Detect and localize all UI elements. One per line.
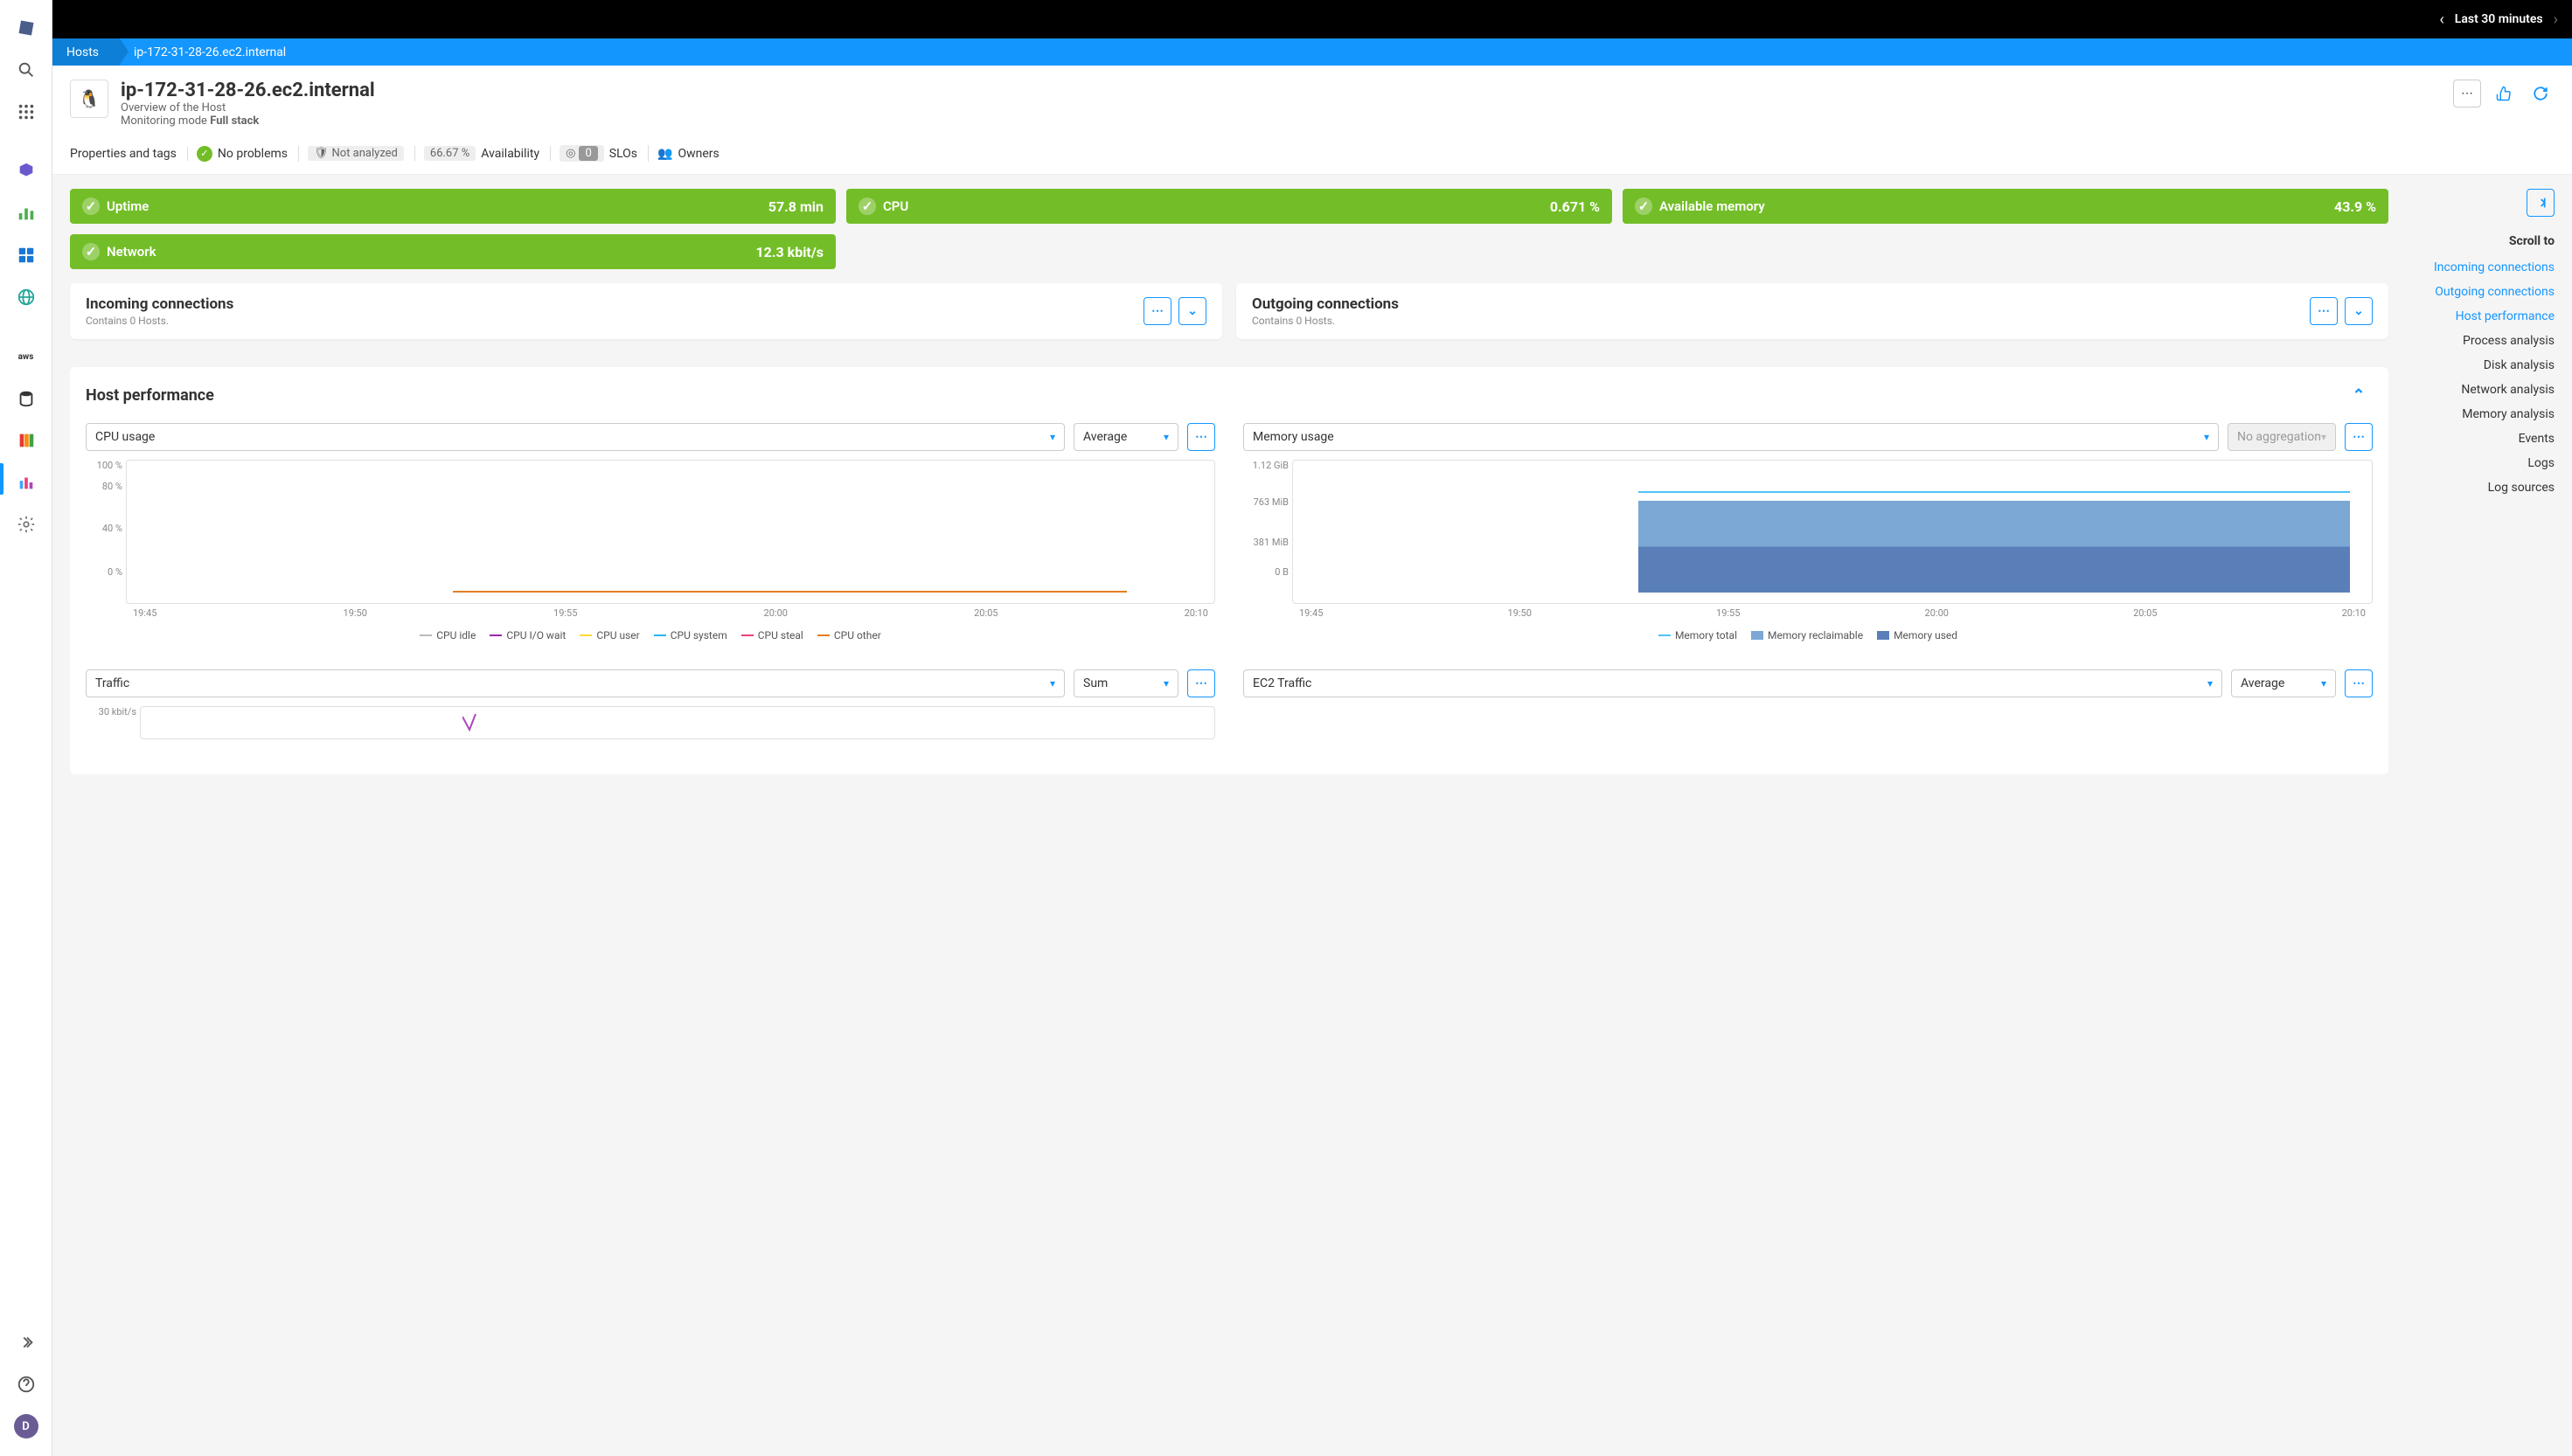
mem-legend: Memory total Memory reclaimable Memory u… [1243,622,2373,648]
scroll-nav-link[interactable]: Host performance [2406,304,2555,329]
time-prev-icon[interactable]: ‹ [2439,10,2443,29]
scroll-nav-link[interactable]: Memory analysis [2406,402,2555,426]
cpu-chart-block: CPU usage▾ Average▾ ⋯ 100 % 80 % 40 % [86,423,1215,648]
collapse-right-nav-button[interactable] [2527,189,2555,217]
traffic-metric-dropdown[interactable]: Traffic▾ [86,669,1065,697]
nav-bars-active-icon[interactable] [9,465,44,500]
nav-cube-icon[interactable] [9,154,44,189]
breadcrumb-current[interactable]: ip-172-31-28-26.ec2.internal [120,38,300,66]
scroll-nav-link[interactable]: Process analysis [2406,329,2555,353]
host-os-icon: 🐧 [70,80,108,118]
more-actions-button[interactable]: ⋯ [2453,80,2481,107]
stat-cpu[interactable]: ✓CPU 0.671 % [846,189,1612,224]
search-icon[interactable] [9,52,44,87]
scroll-nav-link[interactable]: Incoming connections [2406,255,2555,280]
cpu-legend: CPU idle CPU I/O wait CPU user CPU syste… [86,622,1215,648]
ec2-traffic-chart-block: EC2 Traffic▾ Average▾ ⋯ [1243,669,2373,739]
stat-network[interactable]: ✓Network 12.3 kbit/s [70,234,836,269]
scroll-to-heading: Scroll to [2406,234,2555,248]
topbar: ‹ Last 30 minutes › [52,0,2572,38]
mem-metric-dropdown[interactable]: Memory usage▾ [1243,423,2219,451]
page-title: ip-172-31-28-26.ec2.internal [121,80,375,101]
logo-icon[interactable] [9,10,44,45]
properties-tags-link[interactable]: Properties and tags [70,147,188,161]
breadcrumb-root[interactable]: Hosts [52,38,120,66]
nav-aws-icon[interactable]: aws [9,339,44,374]
outgoing-connections-card: Outgoing connections Contains 0 Hosts. ⋯… [1236,283,2388,339]
owners-link[interactable]: 👥 Owners [657,147,730,161]
outgoing-more-button[interactable]: ⋯ [2310,297,2338,325]
perf-title: Host performance [86,386,214,405]
help-icon[interactable] [9,1367,44,1402]
traffic-chart[interactable] [140,706,1215,739]
stat-memory[interactable]: ✓Available memory 43.9 % [1623,189,2388,224]
scroll-nav-link[interactable]: Network analysis [2406,378,2555,402]
perf-collapse-button[interactable]: ⌃ [2345,381,2373,409]
nav-squares-icon[interactable] [9,238,44,273]
expand-rail-icon[interactable] [9,1325,44,1360]
incoming-title: Incoming connections [86,295,233,313]
traffic-chart-block: Traffic▾ Sum▾ ⋯ 30 kbit/s [86,669,1215,739]
nav-book-icon[interactable] [9,423,44,458]
page-subtitle: Overview of the Host [121,101,375,114]
scroll-nav-link[interactable]: Log sources [2406,475,2555,500]
time-next-icon[interactable]: › [2554,10,2558,29]
scroll-nav-link[interactable]: Disk analysis [2406,353,2555,378]
breadcrumb: Hosts ip-172-31-28-26.ec2.internal [52,38,2572,66]
traffic-chart-more-button[interactable]: ⋯ [1187,669,1215,697]
problems-status[interactable]: ✓No problems [197,146,299,162]
time-range-label[interactable]: Last 30 minutes [2455,12,2543,26]
incoming-sub: Contains 0 Hosts. [86,315,233,327]
memory-chart[interactable] [1292,460,2373,604]
security-status[interactable]: 🛡 Not analyzed [308,146,415,161]
ec2-metric-dropdown[interactable]: EC2 Traffic▾ [1243,669,2222,697]
outgoing-sub: Contains 0 Hosts. [1252,315,1399,327]
ec2-chart-more-button[interactable]: ⋯ [2345,669,2373,697]
outgoing-title: Outgoing connections [1252,295,1399,313]
scroll-to-nav: Scroll to Incoming connectionsOutgoing c… [2406,189,2555,774]
mem-chart-more-button[interactable]: ⋯ [2345,423,2373,451]
slo-status[interactable]: ◎ 0SLOs [560,145,649,162]
cpu-chart-more-button[interactable]: ⋯ [1187,423,1215,451]
nav-gear-icon[interactable] [9,507,44,542]
cpu-chart[interactable] [126,460,1215,604]
availability-status[interactable]: 66.67 %Availability [424,146,551,161]
scroll-nav-link[interactable]: Logs [2406,451,2555,475]
nav-globe-icon[interactable] [9,280,44,315]
nav-chart-icon[interactable] [9,196,44,231]
metabar: Properties and tags ✓No problems 🛡 Not a… [52,138,2572,175]
incoming-connections-card: Incoming connections Contains 0 Hosts. ⋯… [70,283,1222,339]
cpu-agg-dropdown[interactable]: Average▾ [1074,423,1178,451]
outgoing-expand-button[interactable]: ⌄ [2345,297,2373,325]
mem-agg-dropdown: No aggregation▾ [2228,423,2336,451]
traffic-agg-dropdown[interactable]: Sum▾ [1074,669,1178,697]
stat-uptime[interactable]: ✓Uptime 57.8 min [70,189,836,224]
host-performance-section: Host performance ⌃ CPU usage▾ Average▾ ⋯ [70,367,2388,774]
scroll-nav-link[interactable]: Events [2406,426,2555,451]
incoming-more-button[interactable]: ⋯ [1143,297,1171,325]
scroll-nav-link[interactable]: Outgoing connections [2406,280,2555,304]
memory-chart-block: Memory usage▾ No aggregation▾ ⋯ 1.12 GiB… [1243,423,2373,648]
refresh-icon[interactable] [2527,80,2555,107]
ec2-agg-dropdown[interactable]: Average▾ [2231,669,2336,697]
nav-database-icon[interactable] [9,381,44,416]
user-avatar[interactable]: D [9,1409,44,1444]
apps-grid-icon[interactable] [9,94,44,129]
left-rail: aws D [0,0,52,1456]
cpu-metric-dropdown[interactable]: CPU usage▾ [86,423,1065,451]
thumbs-up-icon[interactable] [2490,80,2518,107]
incoming-expand-button[interactable]: ⌄ [1178,297,1206,325]
